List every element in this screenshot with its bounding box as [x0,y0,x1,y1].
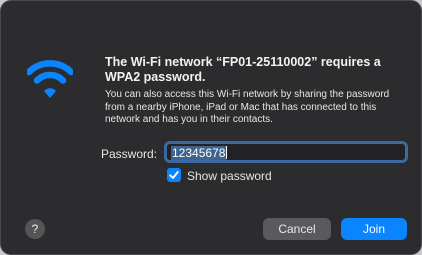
text-caret [226,146,228,159]
wifi-icon [27,60,73,98]
join-button[interactable]: Join [341,218,407,240]
dialog-title: The Wi-Fi network “FP01-25110002” requir… [105,55,381,84]
help-button[interactable]: ? [25,219,45,239]
password-input[interactable]: 12345678 [164,141,408,163]
password-value: 12345678 [171,146,227,160]
dialog-description: You can also access this Wi-Fi network b… [105,89,390,125]
password-label: Password: [101,147,158,161]
show-password-checkbox[interactable] [167,168,181,182]
checkmark-icon [169,171,179,179]
cancel-button[interactable]: Cancel [263,218,331,240]
wifi-password-dialog: The Wi-Fi network “FP01-25110002” requir… [0,0,422,255]
show-password-label[interactable]: Show password [187,169,272,183]
